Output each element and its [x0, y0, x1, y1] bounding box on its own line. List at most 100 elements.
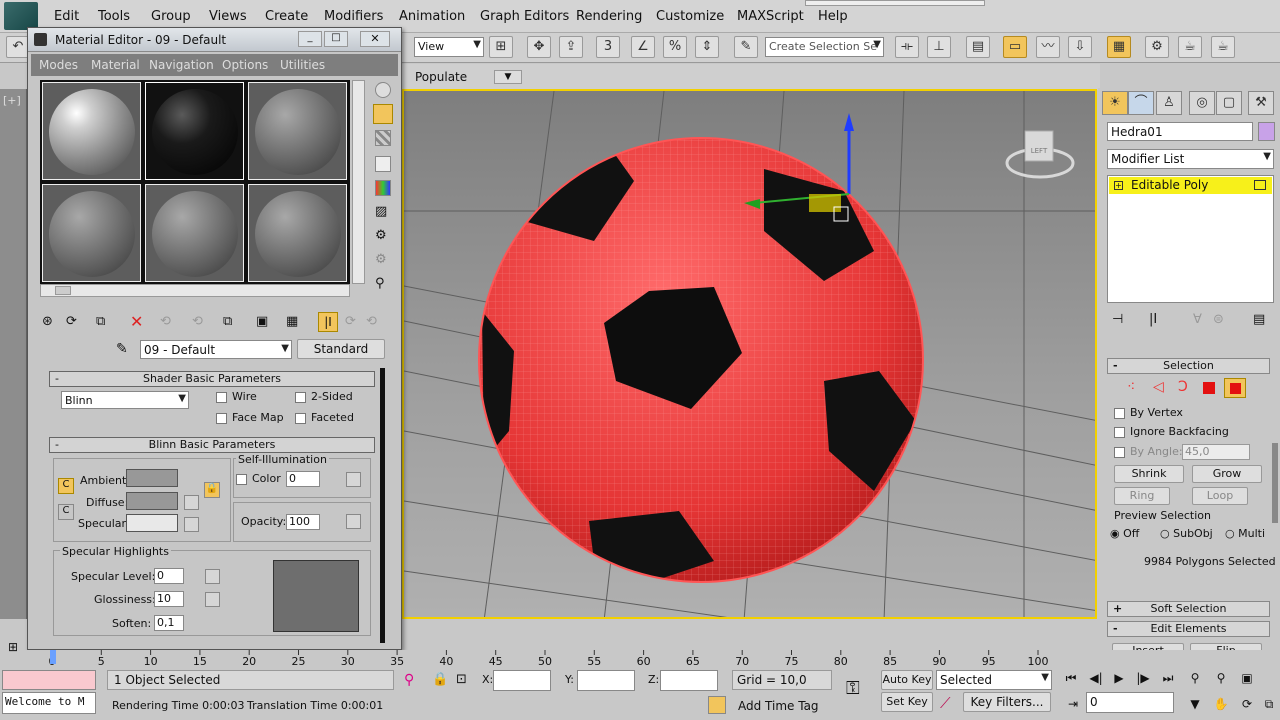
- go-back-icon[interactable]: ⟲: [366, 314, 377, 329]
- material-id-channel-icon[interactable]: ⧉: [223, 314, 232, 329]
- make-unique-icon[interactable]: ∀: [1193, 312, 1202, 327]
- shader-params-header[interactable]: - Shader Basic Parameters: [49, 371, 375, 387]
- eyedropper-icon[interactable]: ✎: [116, 341, 128, 357]
- absolute-mode-icon[interactable]: ⊡: [456, 672, 467, 687]
- soccer-ball[interactable]: [474, 131, 934, 591]
- maximize-button[interactable]: □: [324, 31, 348, 47]
- material-type-button[interactable]: Standard: [297, 339, 385, 359]
- selection-rollout-header[interactable]: - Selection: [1107, 358, 1270, 374]
- expand-plus-icon[interactable]: +: [1114, 181, 1123, 190]
- viewcube[interactable]: LEFT: [1005, 130, 1075, 179]
- field-of-view-icon[interactable]: ▼: [1184, 694, 1206, 714]
- modifier-list-dropdown[interactable]: Modifier List ▼: [1107, 149, 1274, 169]
- key-filters-button[interactable]: Key Filters...: [963, 692, 1051, 712]
- get-material-icon[interactable]: ⊛: [42, 314, 53, 329]
- sample-slot[interactable]: [248, 184, 347, 282]
- make-preview-icon[interactable]: ▨: [375, 204, 387, 219]
- ignore-backfacing-option[interactable]: Ignore Backfacing: [1114, 425, 1229, 438]
- utilities-tab-icon[interactable]: ⚒: [1248, 91, 1274, 115]
- add-time-tag-label[interactable]: Add Time Tag: [738, 699, 819, 713]
- pan-view-icon[interactable]: ✋: [1210, 694, 1232, 714]
- create-tab-icon[interactable]: ☀: [1102, 91, 1128, 115]
- zoom-extents-icon[interactable]: ▣: [1236, 668, 1258, 688]
- schematic-view-icon[interactable]: ⇩: [1068, 36, 1092, 58]
- selected-key-dropdown[interactable]: Selected ▼: [936, 670, 1052, 690]
- glossiness-map-button[interactable]: [205, 592, 220, 607]
- shader-dropdown[interactable]: Blinn ▼: [61, 391, 189, 409]
- sample-slot[interactable]: [145, 184, 244, 282]
- soften-spinner[interactable]: 0,1: [154, 615, 184, 631]
- menu-modifiers[interactable]: Modifiers: [324, 9, 383, 24]
- specular-level-map-button[interactable]: [205, 569, 220, 584]
- menu-animation[interactable]: Animation: [399, 9, 465, 24]
- self-illum-value-spinner[interactable]: 0: [286, 471, 320, 487]
- menu-group[interactable]: Group: [151, 9, 191, 24]
- menu-rendering[interactable]: Rendering: [576, 9, 642, 24]
- modify-tab-icon[interactable]: ⌒: [1128, 91, 1154, 115]
- face-map-checkbox[interactable]: Face Map: [216, 411, 284, 424]
- edit-elements-rollout-header[interactable]: - Edit Elements: [1107, 621, 1270, 637]
- grow-button[interactable]: Grow: [1192, 465, 1262, 483]
- maxscript-listener[interactable]: [2, 670, 96, 690]
- timeline-ruler[interactable]: 0510152025303540455055606570758085909510…: [40, 650, 1055, 668]
- select-manipulate-icon[interactable]: ✥: [527, 36, 551, 58]
- sample-type-icon[interactable]: [375, 82, 391, 98]
- set-key-icon[interactable]: ⚿: [846, 678, 860, 699]
- reference-coordinate-dropdown[interactable]: View ▼: [414, 37, 484, 57]
- by-vertex-option[interactable]: By Vertex: [1114, 406, 1183, 419]
- lock-diffuse-specular-icon[interactable]: C: [58, 504, 74, 520]
- stack-item-editable-poly[interactable]: + Editable Poly: [1109, 177, 1272, 194]
- maximize-viewport-icon[interactable]: ⧉: [1258, 694, 1280, 714]
- self-illum-map-button[interactable]: [346, 472, 361, 487]
- time-slider-marker[interactable]: [50, 650, 56, 664]
- zoom-icon[interactable]: ⚲: [1184, 668, 1206, 688]
- orbit-icon[interactable]: ⟳: [1236, 694, 1258, 714]
- configure-modifier-sets-icon[interactable]: ▤: [1253, 312, 1265, 327]
- menu-maxscript[interactable]: MAXScript: [737, 9, 804, 24]
- previous-frame-icon[interactable]: ◀|: [1085, 668, 1107, 688]
- percent-snap-icon[interactable]: %: [663, 36, 687, 58]
- material-name-field[interactable]: 09 - Default ▼: [140, 340, 292, 359]
- assign-to-selection-icon[interactable]: ⧉: [96, 314, 105, 329]
- video-color-check-icon[interactable]: [375, 180, 391, 196]
- reset-map-icon[interactable]: ✕: [130, 312, 143, 331]
- ambient-color-swatch[interactable]: [126, 469, 178, 487]
- isolate-selection-icon[interactable]: ⚲: [404, 672, 414, 688]
- element-mode-icon[interactable]: [1224, 378, 1246, 398]
- show-shaded-icon[interactable]: ▣: [256, 314, 268, 329]
- show-end-result-icon[interactable]: |I: [1149, 312, 1157, 327]
- menu-create[interactable]: Create: [265, 9, 308, 24]
- render-production-icon[interactable]: ☕: [1211, 36, 1235, 58]
- display-tab-icon[interactable]: ▢: [1216, 91, 1242, 115]
- zoom-all-icon[interactable]: ⚲: [1210, 668, 1232, 688]
- render-setup-icon[interactable]: ⚙: [1145, 36, 1169, 58]
- selection-lock-icon[interactable]: 🔒: [432, 672, 448, 687]
- specular-color-swatch[interactable]: [126, 514, 178, 532]
- graphite-ribbon-icon[interactable]: ▭: [1003, 36, 1027, 58]
- menu-tools[interactable]: Tools: [98, 9, 130, 24]
- by-angle-option[interactable]: By Angle:: [1114, 445, 1183, 458]
- key-mode-toggle-icon[interactable]: ⇥: [1062, 694, 1084, 714]
- align-icon[interactable]: ⊥: [927, 36, 951, 58]
- pivot-center-icon[interactable]: ⊞: [489, 36, 513, 58]
- me-menu-options[interactable]: Options: [222, 58, 268, 72]
- pin-stack-icon[interactable]: ⊣: [1112, 312, 1123, 327]
- glossiness-spinner[interactable]: 10: [154, 591, 184, 607]
- lock-ambient-diffuse-icon[interactable]: C: [58, 478, 74, 494]
- viewport-label[interactable]: [+]: [3, 94, 21, 107]
- parameters-scrollbar[interactable]: [380, 368, 385, 643]
- slots-horizontal-scrollbar[interactable]: [40, 284, 350, 297]
- sample-slot[interactable]: [248, 82, 347, 180]
- select-by-material-icon[interactable]: ⚙: [375, 252, 387, 267]
- self-illum-color-checkbox[interactable]: Color: [236, 472, 281, 485]
- play-icon[interactable]: ▶: [1108, 668, 1130, 688]
- sample-slot[interactable]: [42, 82, 141, 180]
- add-time-tag-icon[interactable]: [708, 696, 726, 714]
- viewport-scene[interactable]: LEFT: [404, 91, 1097, 619]
- go-forward-sibling-icon[interactable]: ⟳: [345, 314, 356, 329]
- lock-icon[interactable]: 🔒: [204, 482, 220, 498]
- put-to-library-icon[interactable]: ⟲: [192, 314, 203, 329]
- keyboard-shortcut-icon[interactable]: ⇪: [559, 36, 583, 58]
- y-coord-field[interactable]: [577, 670, 635, 691]
- curve-editor-icon[interactable]: 〰: [1036, 36, 1060, 58]
